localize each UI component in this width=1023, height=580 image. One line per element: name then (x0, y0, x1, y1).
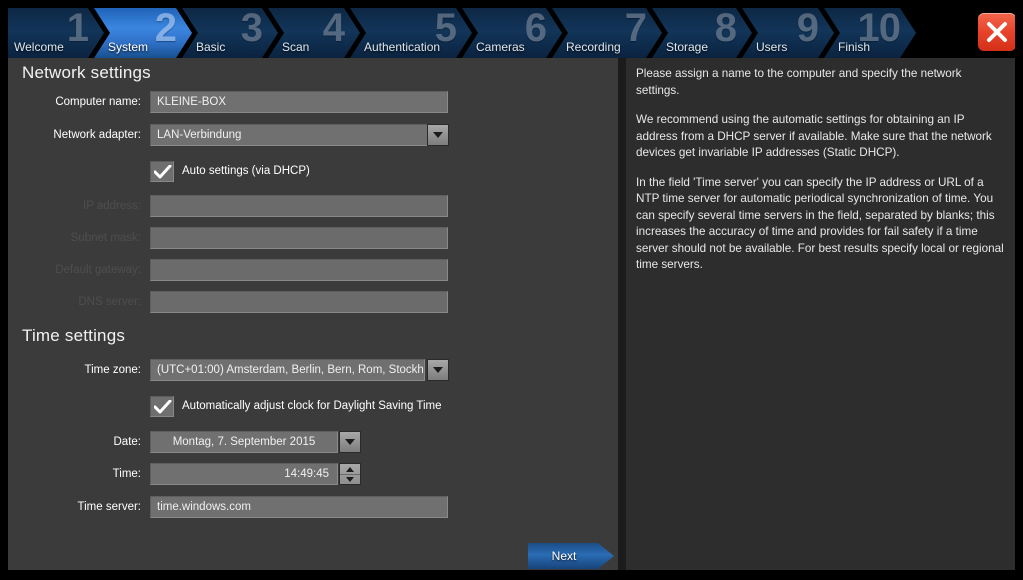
wizard-step-authentication[interactable]: 5 Authentication (350, 8, 472, 58)
ip-address-label: IP address: (83, 200, 141, 212)
ip-address-input (150, 195, 448, 217)
wizard-step-number: 8 (714, 6, 736, 50)
date-input[interactable]: Montag, 7. September 2015 (150, 431, 338, 453)
wizard-step-label: Welcome (14, 40, 64, 54)
time-zone-select[interactable]: (UTC+01:00) Amsterdam, Berlin, Bern, Rom… (150, 359, 425, 381)
next-button-label: Next (551, 549, 577, 563)
next-button[interactable]: Next (528, 543, 614, 569)
wizard-step-number: 1 (66, 6, 88, 50)
time-input[interactable]: 14:49:45 (150, 463, 338, 485)
time-zone-label: Time zone: (84, 364, 141, 376)
help-paragraph-2: We recommend using the automatic setting… (636, 113, 992, 159)
chevron-down-icon (433, 132, 443, 138)
auto-dhcp-label: Auto settings (via DHCP) (182, 165, 310, 177)
wizard-step-label: Finish (838, 40, 871, 54)
wizard-step-label: Cameras (476, 40, 525, 54)
time-settings-title: Time settings (22, 326, 126, 345)
dns-server-input (150, 291, 448, 313)
wizard-step-basic[interactable]: 3 Basic (182, 8, 278, 58)
default-gateway-label: Default gateway: (55, 264, 141, 276)
network-adapter-label: Network adapter: (53, 129, 141, 141)
subnet-mask-input (150, 227, 448, 249)
time-label: Time: (112, 468, 141, 480)
wizard-step-label: Authentication (364, 40, 441, 54)
wizard-step-label: Recording (566, 40, 621, 54)
wizard-step-number: 7 (624, 6, 646, 50)
date-label: Date: (113, 436, 142, 448)
wizard-step-scan[interactable]: 4 Scan (268, 8, 360, 58)
wizard-step-welcome[interactable]: 1 Welcome (0, 8, 104, 58)
panel-divider (618, 58, 626, 572)
help-paragraph-1: Please assign a name to the computer and… (636, 67, 962, 97)
wizard-window: 1 Welcome 2 System 3 Basic 4 Scan 5 Authenticatio… (0, 0, 1023, 580)
wizard-step-number: 9 (796, 6, 818, 50)
chevron-down-icon (433, 367, 443, 373)
wizard-step-number: 6 (524, 6, 546, 50)
network-adapter-dropdown-button[interactable] (427, 124, 449, 146)
wizard-step-recording[interactable]: 7 Recording (552, 8, 662, 58)
time-stepper[interactable] (339, 463, 361, 485)
wizard-step-storage[interactable]: 8 Storage (652, 8, 752, 58)
wizard-step-bar: 1 Welcome 2 System 3 Basic 4 Scan 5 Authenticatio… (0, 0, 1023, 58)
wizard-step-system[interactable]: 2 System (94, 8, 192, 58)
help-text: Please assign a name to the computer and… (636, 66, 1004, 274)
wizard-step-number: 2 (154, 6, 176, 50)
settings-panel: Network settings Computer name: KLEINE-B… (8, 58, 618, 572)
computer-name-label: Computer name: (55, 96, 141, 108)
wizard-step-label: Storage (666, 40, 709, 54)
check-icon (154, 165, 172, 179)
daylight-saving-checkbox[interactable] (150, 396, 174, 417)
daylight-saving-label: Automatically adjust clock for Daylight … (182, 400, 442, 412)
wizard-step-label: Basic (196, 40, 226, 54)
wizard-steps: 1 Welcome 2 System 3 Basic 4 Scan 5 Authenticatio… (0, 8, 1023, 58)
chevron-down-icon (346, 477, 354, 482)
wizard-step-users[interactable]: 9 Users (742, 8, 834, 58)
wizard-step-cameras[interactable]: 6 Cameras (462, 8, 562, 58)
chevron-down-icon (345, 439, 355, 445)
close-x-icon (987, 22, 1007, 42)
help-paragraph-3: In the field 'Time server' you can speci… (636, 175, 1004, 272)
network-adapter-select[interactable]: LAN-Verbindung (150, 124, 448, 146)
wizard-step-finish[interactable]: 10 Finish (824, 8, 916, 58)
time-server-label: Time server: (77, 501, 141, 513)
default-gateway-input (150, 259, 448, 281)
computer-name-input[interactable]: KLEINE-BOX (150, 91, 448, 113)
subnet-mask-label: Subnet mask: (70, 232, 141, 244)
auto-dhcp-checkbox[interactable] (150, 161, 174, 182)
time-server-input[interactable]: time.windows.com (150, 496, 448, 518)
wizard-step-number: 4 (322, 6, 344, 50)
help-panel: Please assign a name to the computer and… (626, 58, 1015, 572)
chevron-up-icon (346, 467, 354, 472)
network-settings-title: Network settings (22, 63, 151, 82)
stepper-down-button[interactable] (340, 474, 360, 484)
wizard-step-label: Users (756, 40, 788, 54)
wizard-step-label: Scan (282, 40, 310, 54)
close-button[interactable] (978, 13, 1016, 51)
wizard-step-number: 3 (240, 6, 262, 50)
wizard-body: Network settings Computer name: KLEINE-B… (0, 58, 1023, 580)
wizard-step-label: System (108, 40, 149, 54)
check-icon (154, 400, 172, 414)
dns-server-label: DNS server: (78, 296, 141, 308)
date-picker-button[interactable] (339, 431, 361, 453)
time-zone-dropdown-button[interactable] (427, 359, 449, 381)
